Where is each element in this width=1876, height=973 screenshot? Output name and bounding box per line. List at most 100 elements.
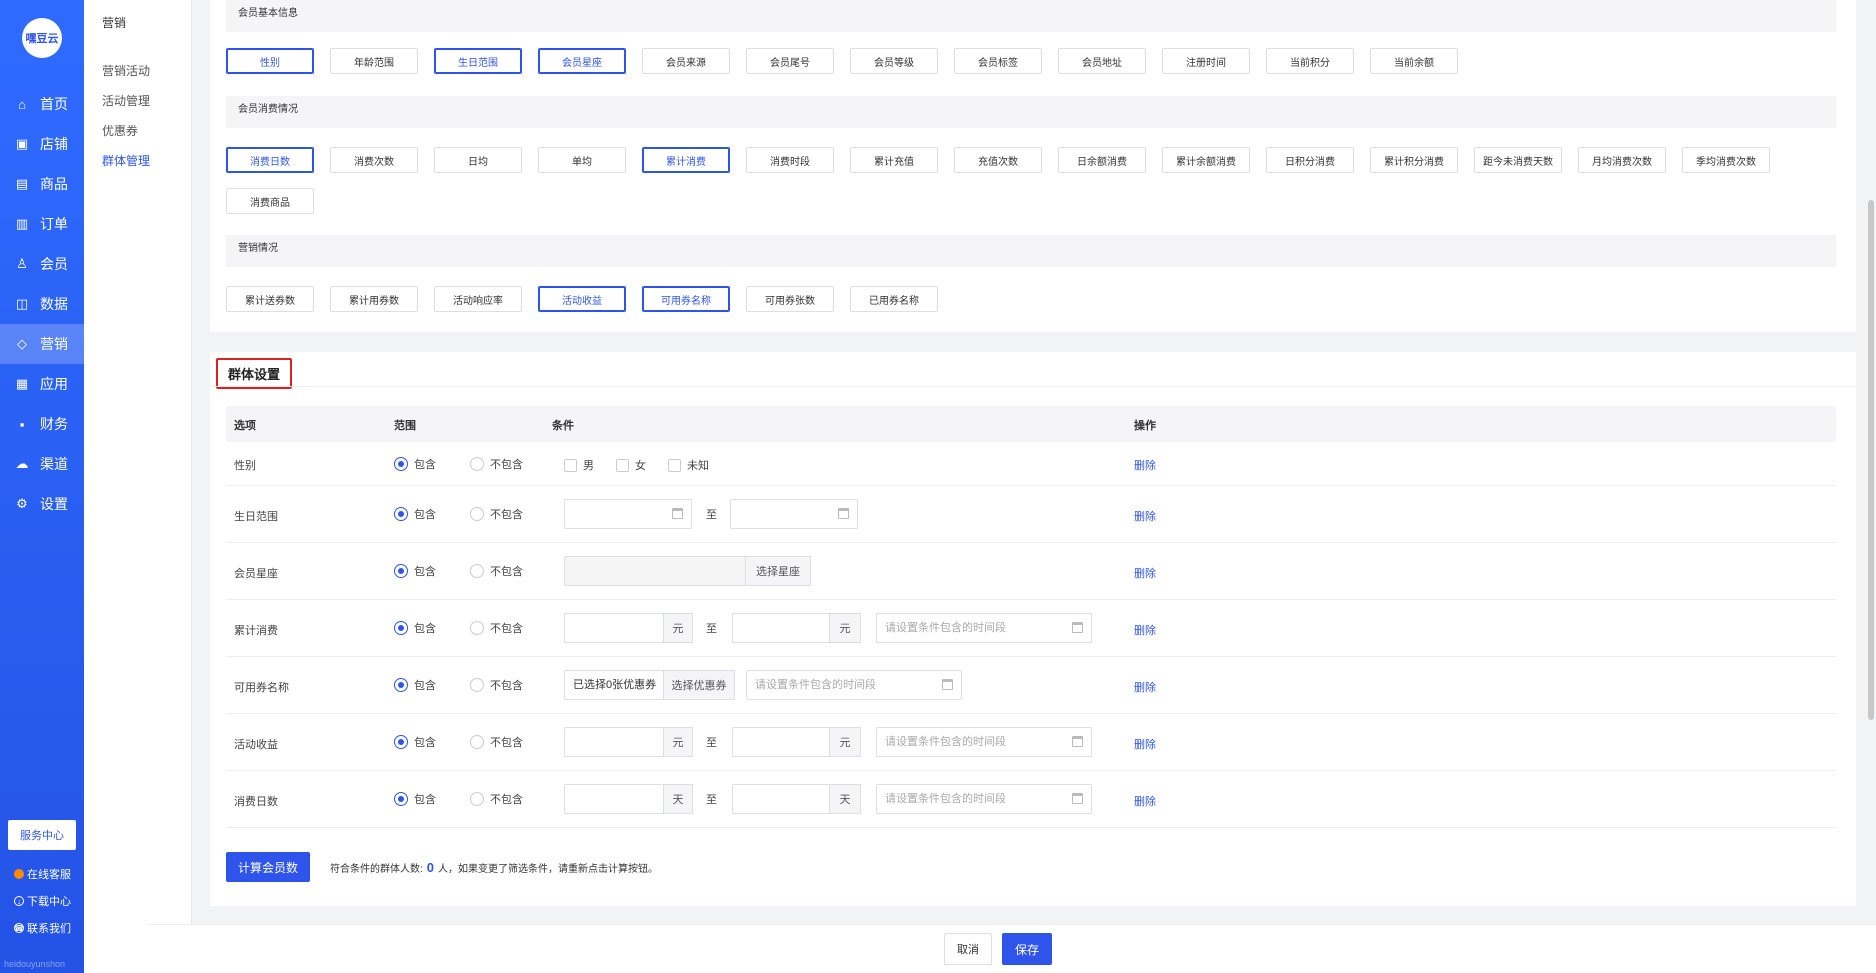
exclude-radio[interactable]: 不包含: [470, 456, 523, 472]
days-min-input[interactable]: [564, 784, 664, 814]
nav-item-8[interactable]: ▪ 财务: [0, 404, 84, 444]
select-constellation-button[interactable]: 选择星座: [745, 556, 811, 586]
condition-tag[interactable]: 会员尾号: [746, 48, 834, 74]
exclude-radio[interactable]: 不包含: [470, 506, 523, 522]
time-range-input[interactable]: 请设置条件包含的时间段: [876, 727, 1092, 757]
condition-tag[interactable]: 会员标签: [954, 48, 1042, 74]
calendar-icon: [942, 679, 953, 690]
delete-link[interactable]: 删除: [1134, 622, 1156, 638]
condition-tag[interactable]: 累计送券数: [226, 286, 314, 312]
vertical-scrollbar[interactable]: [1868, 200, 1874, 720]
birthday-start-date-input[interactable]: [564, 499, 692, 529]
include-radio[interactable]: 包含: [394, 677, 436, 693]
condition-tag[interactable]: 消费日数: [226, 147, 314, 173]
nav-item-5[interactable]: ◫ 数据: [0, 284, 84, 324]
service-center-button[interactable]: 服务中心: [8, 820, 76, 850]
gender-male-checkbox[interactable]: 男: [564, 457, 594, 473]
total-min-input[interactable]: [564, 613, 664, 643]
include-radio[interactable]: 包含: [394, 506, 436, 522]
condition-tag[interactable]: 注册时间: [1162, 48, 1250, 74]
nav-item-7[interactable]: ▦ 应用: [0, 364, 84, 404]
download-center-link[interactable]: ↓ 下载中心: [14, 893, 71, 909]
condition-tag[interactable]: 会员等级: [850, 48, 938, 74]
condition-tag[interactable]: 消费次数: [330, 147, 418, 173]
submenu-item-1[interactable]: 活动管理: [84, 86, 191, 116]
condition-tag[interactable]: 已用券名称: [850, 286, 938, 312]
condition-tag[interactable]: 月均消费次数: [1578, 147, 1666, 173]
nav-item-label: 设置: [40, 496, 68, 512]
condition-tag[interactable]: 会员地址: [1058, 48, 1146, 74]
condition-tag[interactable]: 累计余额消费: [1162, 147, 1250, 173]
exclude-radio[interactable]: 不包含: [470, 791, 523, 807]
exclude-radio[interactable]: 不包含: [470, 734, 523, 750]
condition-tag[interactable]: 季均消费次数: [1682, 147, 1770, 173]
save-button[interactable]: 保存: [1002, 933, 1052, 965]
cancel-button[interactable]: 取消: [944, 933, 992, 965]
condition-tag[interactable]: 会员星座: [538, 48, 626, 74]
time-range-input[interactable]: 请设置条件包含的时间段: [746, 670, 962, 700]
nav-item-4[interactable]: ♙ 会员: [0, 244, 84, 284]
nav-item-9[interactable]: ☁ 渠道: [0, 444, 84, 484]
delete-link[interactable]: 删除: [1134, 508, 1156, 524]
nav-item-10[interactable]: ⚙ 设置: [0, 484, 84, 524]
days-max-input[interactable]: [732, 784, 830, 814]
exclude-radio[interactable]: 不包含: [470, 563, 523, 579]
delete-link[interactable]: 删除: [1134, 679, 1156, 695]
shop-icon: ▣: [15, 136, 29, 151]
condition-tag[interactable]: 累计积分消费: [1370, 147, 1458, 173]
include-radio[interactable]: 包含: [394, 620, 436, 636]
condition-tag[interactable]: 可用券名称: [642, 286, 730, 312]
condition-tag[interactable]: 距今未消费天数: [1474, 147, 1562, 173]
include-radio[interactable]: 包含: [394, 456, 436, 472]
condition-tag[interactable]: 活动收益: [538, 286, 626, 312]
gender-female-checkbox[interactable]: 女: [616, 457, 646, 473]
condition-tag[interactable]: 单均: [538, 147, 626, 173]
contact-us-link[interactable]: ☎ 联系我们: [14, 920, 71, 936]
delete-link[interactable]: 删除: [1134, 457, 1156, 473]
condition-tag[interactable]: 累计用券数: [330, 286, 418, 312]
time-range-input[interactable]: 请设置条件包含的时间段: [876, 613, 1092, 643]
condition-tag[interactable]: 累计充值: [850, 147, 938, 173]
delete-link[interactable]: 删除: [1134, 736, 1156, 752]
calculate-members-button[interactable]: 计算会员数: [226, 852, 310, 882]
birthday-end-date-input[interactable]: [730, 499, 858, 529]
condition-tag[interactable]: 活动响应率: [434, 286, 522, 312]
condition-tag[interactable]: 日积分消费: [1266, 147, 1354, 173]
condition-tag[interactable]: 日余额消费: [1058, 147, 1146, 173]
nav-item-3[interactable]: ▥ 订单: [0, 204, 84, 244]
main-content: 会员基本信息 性别 年龄范围 生日范围 会员星座 会员来源 会员尾号 会员等级 会员标签 会员地…: [192, 0, 1876, 973]
nav-item-1[interactable]: ▣ 店铺: [0, 124, 84, 164]
submenu-item-3[interactable]: 群体管理: [84, 146, 191, 176]
condition-tag[interactable]: 充值次数: [954, 147, 1042, 173]
condition-tag[interactable]: 消费商品: [226, 188, 314, 214]
online-service-link[interactable]: 在线客服: [14, 866, 71, 882]
include-radio[interactable]: 包含: [394, 791, 436, 807]
include-radio[interactable]: 包含: [394, 734, 436, 750]
revenue-max-input[interactable]: [732, 727, 830, 757]
condition-tag[interactable]: 性别: [226, 48, 314, 74]
condition-tag[interactable]: 会员来源: [642, 48, 730, 74]
delete-link[interactable]: 删除: [1134, 793, 1156, 809]
nav-item-2[interactable]: ▤ 商品: [0, 164, 84, 204]
condition-tag[interactable]: 消费时段: [746, 147, 834, 173]
condition-tag[interactable]: 日均: [434, 147, 522, 173]
exclude-radio[interactable]: 不包含: [470, 677, 523, 693]
time-range-input[interactable]: 请设置条件包含的时间段: [876, 784, 1092, 814]
submenu-item-0[interactable]: 营销活动: [84, 56, 191, 86]
revenue-min-input[interactable]: [564, 727, 664, 757]
condition-tag[interactable]: 生日范围: [434, 48, 522, 74]
include-radio[interactable]: 包含: [394, 563, 436, 579]
total-max-input[interactable]: [732, 613, 830, 643]
exclude-radio[interactable]: 不包含: [470, 620, 523, 636]
nav-item-6[interactable]: ◇ 营销: [0, 324, 84, 364]
condition-tag[interactable]: 当前余额: [1370, 48, 1458, 74]
nav-item-0[interactable]: ⌂ 首页: [0, 84, 84, 124]
condition-tag[interactable]: 累计消费: [642, 147, 730, 173]
submenu-item-2[interactable]: 优惠券: [84, 116, 191, 146]
select-coupon-button[interactable]: 选择优惠券: [663, 670, 735, 700]
condition-tag[interactable]: 当前积分: [1266, 48, 1354, 74]
condition-tag[interactable]: 可用券张数: [746, 286, 834, 312]
condition-tag[interactable]: 年龄范围: [330, 48, 418, 74]
delete-link[interactable]: 删除: [1134, 565, 1156, 581]
gender-unknown-checkbox[interactable]: 未知: [668, 457, 709, 473]
